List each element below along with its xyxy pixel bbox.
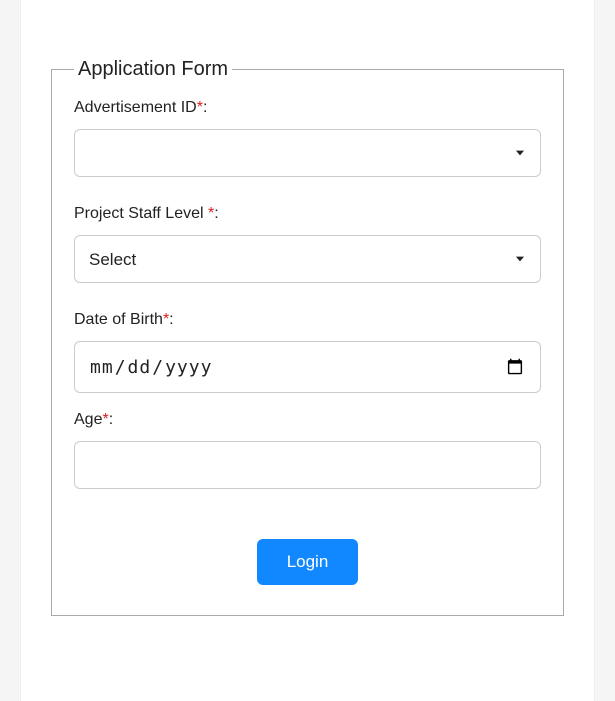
application-form-fieldset: Application Form Advertisement ID*: Proj…: [51, 58, 564, 616]
date-of-birth-label: Date of Birth*:: [74, 311, 541, 329]
label-colon: :: [169, 311, 173, 328]
age-input[interactable]: [74, 441, 541, 489]
project-staff-level-select[interactable]: Select: [74, 235, 541, 283]
date-of-birth-input[interactable]: [74, 341, 541, 393]
label-text: Age: [74, 411, 102, 428]
label-colon: :: [109, 411, 113, 428]
login-button[interactable]: Login: [257, 539, 359, 585]
label-colon: :: [203, 99, 207, 116]
field-project-staff-level: Project Staff Level *: Select: [74, 205, 541, 283]
age-label: Age*:: [74, 411, 541, 429]
project-staff-level-select-wrap: Select: [74, 235, 541, 283]
label-text: Advertisement ID: [74, 99, 197, 116]
advertisement-id-select[interactable]: [74, 129, 541, 177]
field-date-of-birth: Date of Birth*:: [74, 311, 541, 393]
project-staff-level-label: Project Staff Level *:: [74, 205, 541, 223]
form-panel: Application Form Advertisement ID*: Proj…: [20, 0, 595, 701]
label-text: Project Staff Level: [74, 205, 208, 222]
advertisement-id-label: Advertisement ID*:: [74, 99, 541, 117]
field-advertisement-id: Advertisement ID*:: [74, 99, 541, 177]
label-text: Date of Birth: [74, 311, 163, 328]
field-age: Age*:: [74, 411, 541, 489]
label-colon: :: [214, 205, 218, 222]
advertisement-id-select-wrap: [74, 129, 541, 177]
submit-row: Login: [74, 539, 541, 585]
form-legend: Application Form: [74, 58, 232, 81]
